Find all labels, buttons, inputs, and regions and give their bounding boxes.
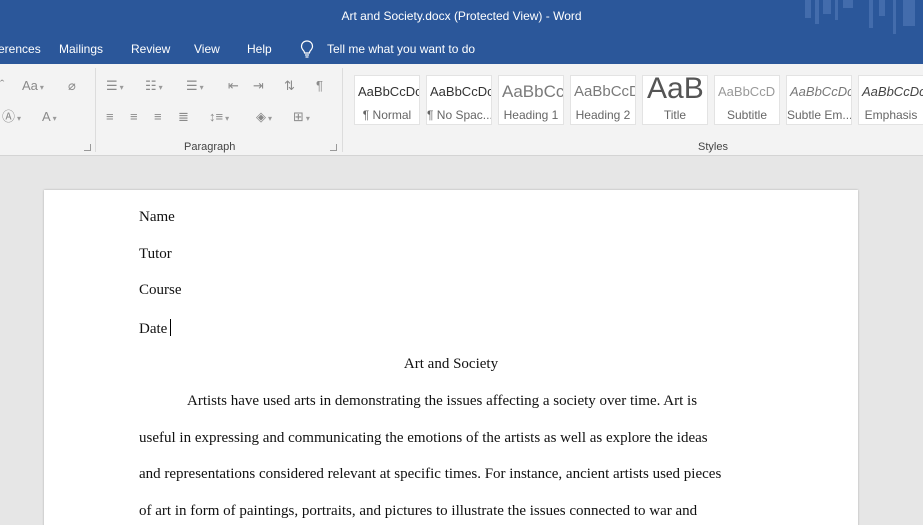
body-line: Artists have used arts in demonstrating … (187, 393, 698, 409)
body-line: useful in expressing and communicating t… (139, 430, 708, 446)
tab-help[interactable]: Help (247, 42, 272, 56)
justify-icon[interactable]: ≣ (178, 109, 189, 125)
header-date: Date (139, 319, 172, 338)
tab-mailings[interactable]: Mailings (59, 42, 103, 56)
tab-view[interactable]: View (194, 42, 220, 56)
style-name: ¶ No Spac... (427, 108, 491, 122)
style-name: Heading 1 (503, 108, 559, 122)
ribbon-separator (95, 68, 96, 152)
title-bar-pattern (803, 0, 923, 34)
multilevel-list-icon[interactable]: ☰ ▾ (186, 78, 204, 96)
paragraph-group-label: Paragraph (184, 141, 236, 153)
style-emphasis[interactable]: AaBbCcDc Emphasis (858, 75, 923, 125)
style-preview: AaBbCcDc (790, 84, 852, 99)
document-heading: Art and Society (403, 356, 499, 372)
numbering-icon[interactable]: ☷ ▾ (145, 78, 163, 96)
font-size-arrow-icon[interactable]: ˆ (0, 77, 4, 93)
header-date-text: Date (139, 321, 168, 337)
style-normal[interactable]: AaBbCcDc ¶ Normal (354, 75, 420, 125)
text-effects-icon[interactable]: Ⓐ ▾ (2, 109, 21, 127)
styles-group-label: Styles (698, 141, 728, 153)
header-tutor: Tutor (139, 246, 172, 262)
style-name: Title (663, 108, 687, 122)
borders-icon[interactable]: ⊞ ▾ (293, 109, 310, 127)
window-title: Art and Society.docx (Protected View) - … (341, 9, 582, 23)
ribbon-tabs: erences Mailings Review View Help Tell m… (0, 34, 923, 64)
style-name: Emphasis (864, 108, 918, 122)
change-case-icon[interactable]: Aa ▾ (22, 78, 44, 96)
style-subtle-emphasis[interactable]: AaBbCcDc Subtle Em... (786, 75, 852, 125)
shading-icon[interactable]: ◈ ▾ (256, 109, 272, 127)
align-right-icon[interactable]: ≡ (154, 109, 162, 125)
font-dialog-launcher[interactable] (84, 144, 91, 151)
ribbon: ˆ Aa ▾ ⌀ Ⓐ ▾ A ▾ ☰ ▾ ☷ ▾ ☰ ▾ ⇤ ⇥ ⇅ ¶ ≡ ≡ ≡ ≣ ↕… (0, 64, 923, 156)
title-bar: Art and Society.docx (Protected View) - … (0, 0, 923, 34)
style-preview: AaBbCcD (574, 83, 636, 100)
body-line: and representations considered relevant … (139, 466, 722, 482)
document-page[interactable]: Name Tutor Course Date Art and Society A… (44, 190, 858, 525)
styles-gallery: AaBbCcDc ¶ Normal AaBbCcDc ¶ No Spac... … (351, 72, 923, 132)
increase-indent-icon[interactable]: ⇥ (253, 78, 264, 94)
style-preview: AaBbCc (502, 82, 564, 101)
style-name: Heading 2 (575, 108, 631, 122)
header-course: Course (139, 282, 182, 298)
change-case-label: Aa (22, 78, 38, 93)
font-color-icon[interactable]: A ▾ (42, 109, 57, 127)
decrease-indent-icon[interactable]: ⇤ (228, 78, 239, 94)
style-preview: AaBbCcDc (430, 84, 492, 99)
style-title[interactable]: AaB Title (642, 75, 708, 125)
style-heading-1[interactable]: AaBbCc Heading 1 (498, 75, 564, 125)
body-line: of art in form of paintings, portraits, … (139, 503, 698, 519)
style-preview: AaBbCcDc (862, 84, 923, 99)
style-preview: AaBbCcDc (358, 84, 420, 99)
style-subtitle[interactable]: AaBbCcD Subtitle (714, 75, 780, 125)
style-name: ¶ Normal (362, 108, 412, 122)
clear-formatting-icon[interactable]: ⌀ (68, 78, 76, 94)
text-cursor (170, 319, 172, 336)
style-no-spacing[interactable]: AaBbCcDc ¶ No Spac... (426, 75, 492, 125)
line-spacing-icon[interactable]: ↕≡ ▾ (209, 109, 229, 127)
show-hide-icon[interactable]: ¶ (316, 78, 323, 94)
bullets-icon[interactable]: ☰ ▾ (106, 78, 124, 96)
style-preview: AaB (647, 75, 704, 105)
tab-review[interactable]: Review (131, 42, 170, 56)
paragraph-dialog-launcher[interactable] (330, 144, 337, 151)
align-left-icon[interactable]: ≡ (106, 109, 114, 125)
style-name: Subtitle (726, 108, 768, 122)
font-color-label: A (42, 109, 51, 124)
sort-icon[interactable]: ⇅ (284, 78, 295, 94)
header-name: Name (139, 209, 175, 225)
align-center-icon[interactable]: ≡ (130, 109, 138, 125)
style-name: Subtle Em... (787, 108, 851, 122)
ribbon-separator (342, 68, 343, 152)
style-preview: AaBbCcD (718, 84, 776, 99)
tell-me-search[interactable]: Tell me what you want to do (327, 42, 475, 56)
style-heading-2[interactable]: AaBbCcD Heading 2 (570, 75, 636, 125)
tab-references[interactable]: erences (0, 42, 41, 56)
lightbulb-icon[interactable] (300, 40, 314, 58)
